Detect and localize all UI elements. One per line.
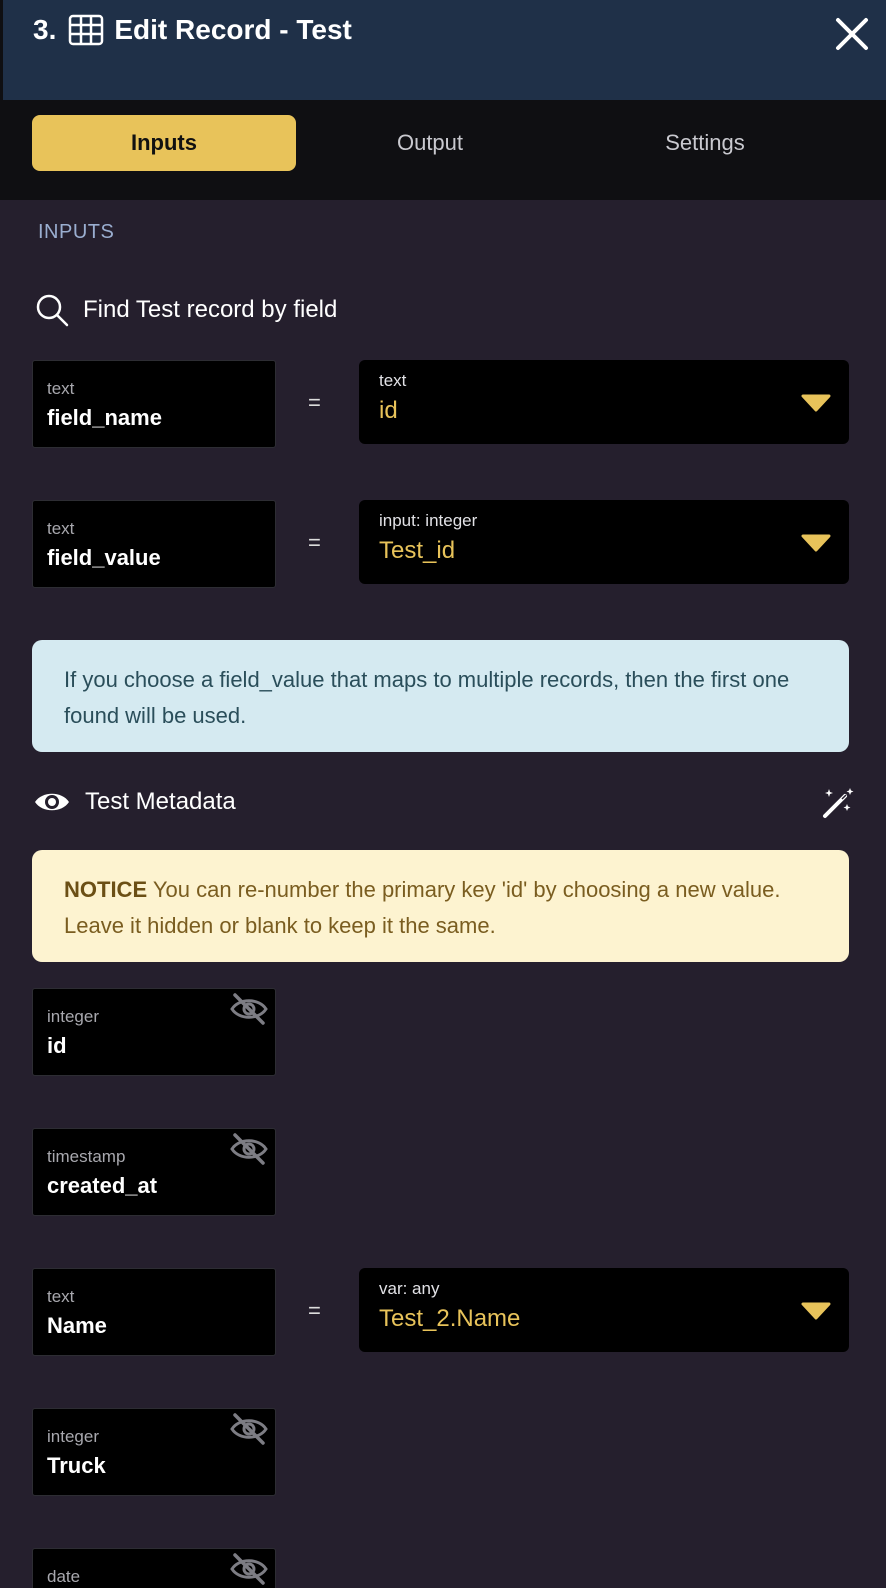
caret-down-icon <box>801 1302 831 1320</box>
step-number: 3. <box>33 14 57 45</box>
field-label: Truck <box>47 1453 106 1478</box>
eye-icon[interactable] <box>33 788 71 816</box>
field-date: date <box>32 1548 276 1588</box>
equals-operator: = <box>308 530 321 555</box>
section-label: INPUTS <box>38 221 115 243</box>
panel-header: 3. Edit Record - Test <box>0 0 886 100</box>
eye-slash-icon[interactable] <box>229 1551 269 1587</box>
field-truck: integer Truck <box>32 1408 276 1496</box>
search-icon <box>36 294 69 327</box>
notice-message: NOTICE You can re-number the primary key… <box>32 850 849 962</box>
select-value: Test_id <box>379 537 456 564</box>
notice-text: You can re-number the primary key 'id' b… <box>64 877 781 938</box>
equals-operator: = <box>308 390 321 415</box>
find-record-title: Find Test record by field <box>35 293 337 327</box>
field-type: text <box>47 519 75 538</box>
magic-wand-icon[interactable] <box>821 786 855 820</box>
field-value-param: text field_value <box>32 500 276 588</box>
field-label: Name <box>47 1313 107 1338</box>
field-label: created_at <box>47 1173 158 1198</box>
eye-slash-icon[interactable] <box>229 991 269 1027</box>
tab-settings[interactable]: Settings <box>605 115 805 171</box>
select-value: Test_2.Name <box>379 1305 521 1332</box>
find-record-label: Find Test record by field <box>83 296 338 323</box>
metadata-label: Test Metadata <box>85 788 236 815</box>
select-type: input: integer <box>379 511 478 530</box>
field-value-select[interactable]: input: integer Test_id <box>359 500 849 584</box>
field-label: field_value <box>47 545 161 570</box>
field-name-select[interactable]: text id <box>359 360 849 444</box>
field-name-param: text field_name <box>32 360 276 448</box>
field-created-at: timestamp created_at <box>32 1128 276 1216</box>
field-id: integer id <box>32 988 276 1076</box>
notice-label: NOTICE <box>64 877 148 902</box>
table-icon <box>69 14 104 46</box>
panel-title: 3. Edit Record - Test <box>33 14 352 46</box>
field-label: id <box>47 1033 67 1058</box>
tab-inputs[interactable]: Inputs <box>32 115 296 171</box>
caret-down-icon <box>801 534 831 552</box>
field-type: text <box>47 379 75 398</box>
select-value: id <box>379 397 398 424</box>
record-title: Edit Record - Test <box>114 14 352 45</box>
metadata-title[interactable]: Test Metadata <box>33 788 236 816</box>
tab-output[interactable]: Output <box>330 115 530 171</box>
equals-operator: = <box>308 1298 321 1323</box>
tab-bar: Inputs Output Settings <box>0 100 886 200</box>
field-type: text <box>47 1287 75 1306</box>
eye-slash-icon[interactable] <box>229 1411 269 1447</box>
close-icon[interactable] <box>834 16 870 52</box>
field-label: field_name <box>47 405 162 430</box>
field-name: text Name <box>32 1268 276 1356</box>
info-message: If you choose a field_value that maps to… <box>32 640 849 752</box>
name-value-select[interactable]: var: any Test_2.Name <box>359 1268 849 1352</box>
select-type: var: any <box>379 1279 440 1298</box>
select-type: text <box>379 371 407 390</box>
caret-down-icon <box>801 394 831 412</box>
eye-slash-icon[interactable] <box>229 1131 269 1167</box>
